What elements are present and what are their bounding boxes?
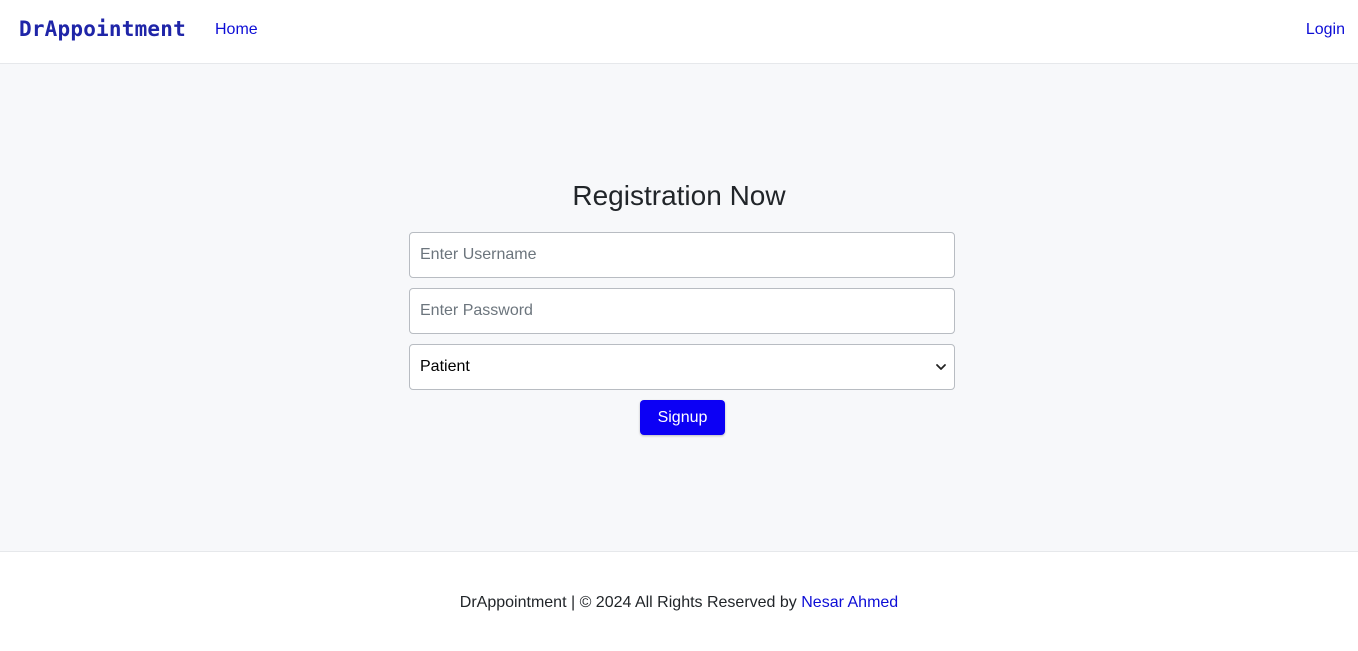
chevron-down-icon [936, 364, 946, 370]
footer-author-link[interactable]: Nesar Ahmed [801, 594, 898, 611]
footer: DrAppointment | © 2024 All Rights Reserv… [0, 551, 1358, 651]
brand-logo[interactable]: DrAppointment [19, 17, 186, 41]
footer-copyright: DrAppointment | © 2024 All Rights Reserv… [0, 594, 1358, 612]
nav-login-link[interactable]: Login [1306, 21, 1345, 39]
nav-home-link[interactable]: Home [215, 21, 258, 39]
footer-copyright-text: DrAppointment | © 2024 All Rights Reserv… [459, 594, 797, 611]
role-select[interactable]: Patient [409, 344, 955, 390]
signup-button[interactable]: Signup [640, 400, 725, 435]
page-title: Registration Now [572, 180, 786, 211]
role-select-value: Patient [420, 358, 470, 375]
password-input[interactable] [409, 288, 955, 334]
registration-section: Registration Now Patient Signup [0, 64, 1358, 551]
navbar: DrAppointment Home Login [0, 0, 1358, 64]
username-input[interactable] [409, 232, 955, 278]
